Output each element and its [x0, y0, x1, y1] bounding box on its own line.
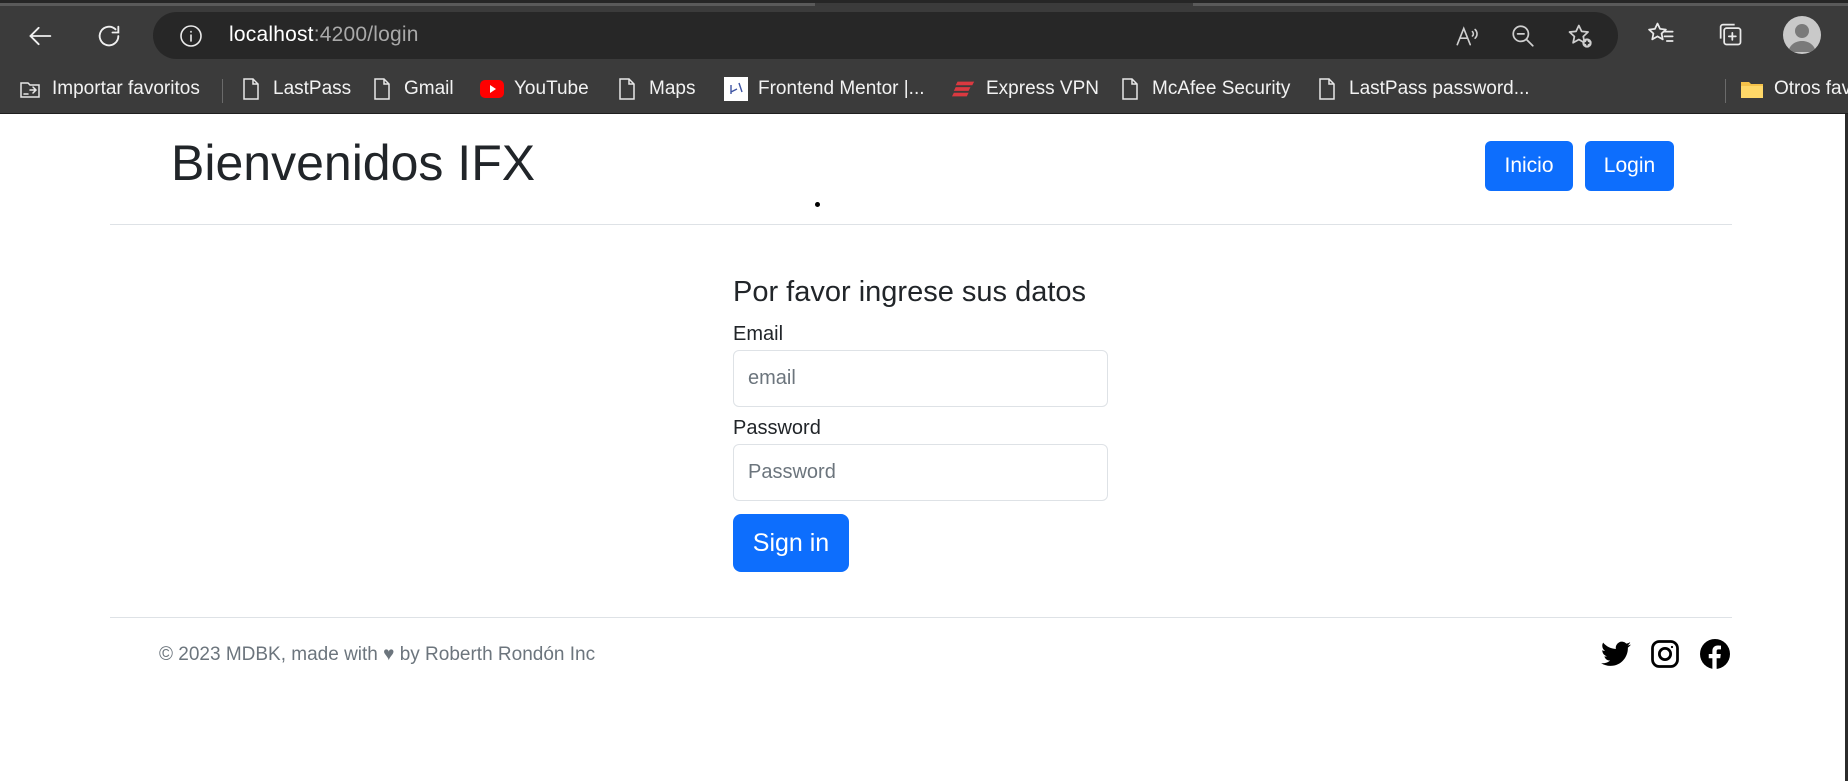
bookmark-label: Express VPN: [986, 78, 1099, 99]
bookmark-label: Maps: [649, 78, 696, 99]
info-icon[interactable]: [179, 24, 203, 48]
footer-divider: [110, 617, 1732, 618]
bookmark-youtube[interactable]: YouTube: [480, 64, 589, 114]
form-title: Por favor ingrese sus datos: [733, 276, 1087, 308]
header-divider: [110, 224, 1732, 225]
bookmark-label: Importar favoritos: [52, 78, 200, 99]
refresh-icon[interactable]: [92, 19, 126, 53]
import-favorites-icon: [18, 77, 42, 101]
tab-strip-edge: [0, 3, 815, 6]
footer-copyright: © 2023 MDBK, made with ♥ by Roberth Rond…: [159, 644, 596, 665]
page-icon: [370, 77, 394, 101]
bookmark-frontend-mentor[interactable]: Frontend Mentor |...: [724, 64, 925, 114]
bookmark-mcafee[interactable]: McAfee Security: [1118, 64, 1290, 114]
page-icon: [1118, 77, 1142, 101]
password-label: Password: [733, 417, 821, 439]
stray-dot: [815, 202, 820, 207]
frontend-mentor-icon: [724, 77, 748, 101]
back-icon[interactable]: [24, 19, 58, 53]
bookmark-gmail[interactable]: Gmail: [370, 64, 454, 114]
bookmark-separator: [222, 79, 223, 103]
nav-inicio-button[interactable]: Inicio: [1485, 141, 1573, 191]
folder-icon: [1740, 77, 1764, 101]
bookmark-label: LastPass: [273, 78, 352, 99]
address-bar[interactable]: localhost:4200/login: [153, 12, 1618, 59]
login-form: Por favor ingrese sus datos Email Passwo…: [733, 276, 1109, 572]
browser-toolbar: localhost:4200/login: [0, 0, 1848, 64]
bookmark-label: McAfee Security: [1152, 78, 1291, 99]
facebook-icon[interactable]: [1699, 638, 1731, 670]
bookmark-lastpass-password[interactable]: LastPass password...: [1315, 64, 1530, 114]
bookmark-label: YouTube: [514, 78, 589, 99]
nav-login-button[interactable]: Login: [1585, 141, 1674, 191]
tab-strip-edge: [1193, 3, 1848, 6]
bookmark-otros-favoritos[interactable]: Otros fav: [1740, 64, 1848, 114]
twitter-icon[interactable]: [1600, 638, 1632, 670]
url-path: :4200/login: [313, 23, 419, 46]
expressvpn-icon: [952, 77, 976, 101]
instagram-icon[interactable]: [1649, 638, 1681, 670]
bookmark-importar-favoritos[interactable]: Importar favoritos: [18, 64, 200, 114]
sign-in-button[interactable]: Sign in: [733, 514, 849, 572]
page-icon: [239, 77, 263, 101]
bookmark-lastpass[interactable]: LastPass: [239, 64, 351, 114]
bookmark-label: Frontend Mentor |...: [758, 78, 925, 99]
page-brand-title[interactable]: Bienvenidos IFX: [171, 134, 535, 192]
email-field[interactable]: [733, 350, 1108, 407]
bookmark-label: Otros fav: [1774, 78, 1848, 99]
add-favorite-icon[interactable]: [1566, 22, 1594, 50]
zoom-out-icon[interactable]: [1509, 22, 1537, 50]
favorites-icon[interactable]: [1644, 17, 1678, 51]
url-host: localhost: [229, 23, 314, 46]
bookmark-label: LastPass password...: [1349, 78, 1530, 99]
youtube-icon: [480, 77, 504, 101]
password-field[interactable]: [733, 444, 1108, 501]
email-label: Email: [733, 323, 784, 345]
bookmarks-bar: Importar favoritos LastPass Gmail YouTub…: [0, 64, 1848, 114]
page-icon: [1315, 77, 1339, 101]
bookmark-separator: [1725, 79, 1726, 103]
read-aloud-icon[interactable]: [1453, 22, 1481, 50]
url-text[interactable]: localhost:4200/login: [229, 23, 419, 47]
bookmark-express-vpn[interactable]: Express VPN: [952, 64, 1099, 114]
collections-icon[interactable]: [1713, 17, 1747, 51]
page-icon: [615, 77, 639, 101]
bookmark-maps[interactable]: Maps: [615, 64, 695, 114]
profile-avatar[interactable]: [1783, 16, 1821, 54]
web-page: Bienvenidos IFX Inicio Login Por favor i…: [0, 114, 1848, 781]
bookmark-label: Gmail: [404, 78, 454, 99]
